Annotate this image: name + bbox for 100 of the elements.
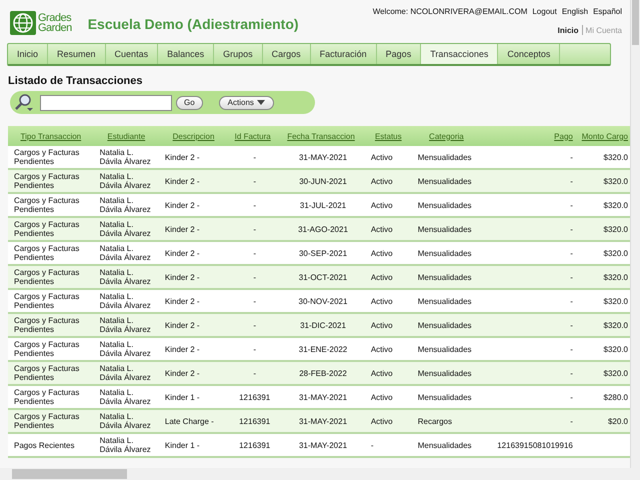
table-cell: 28-FEB-2022 xyxy=(299,368,347,378)
table-cell: Cargos y Facturas Pendientes xyxy=(14,196,80,214)
table-cell: - xyxy=(570,344,573,354)
table-cell: - xyxy=(253,224,256,234)
search-icon xyxy=(14,94,34,112)
search-field[interactable] xyxy=(40,94,172,110)
table-cell: Cargos y Facturas Pendientes xyxy=(14,148,80,166)
column-header[interactable]: Pago xyxy=(554,132,573,140)
nav-tab[interactable]: Conceptos xyxy=(498,44,560,64)
table-cell: Pagos Recientes xyxy=(14,440,74,450)
nav-tab[interactable]: Grupos xyxy=(214,44,263,64)
table-cell: Natalia L. Dávila Álvarez xyxy=(100,244,151,262)
table-cell: Natalia L. Dávila Álvarez xyxy=(100,172,151,190)
table-cell: 31-JUL-2021 xyxy=(300,200,346,210)
table-cell: Mensualidades xyxy=(418,224,472,234)
welcome-text: Welcome: NCOLONRIVERA@EMAIL.COM xyxy=(372,7,528,16)
table-cell: $320.0 xyxy=(604,248,628,258)
vertical-scrollbar[interactable] xyxy=(630,0,640,468)
table-cell: Mensualidades xyxy=(418,200,472,210)
table-cell: - xyxy=(570,248,573,258)
table-cell: - xyxy=(253,368,256,378)
table-cell: Natalia L. Dávila Álvarez xyxy=(100,292,151,310)
scrollbar-thumb[interactable] xyxy=(12,469,127,479)
header-link[interactable]: Logout xyxy=(532,7,557,16)
go-button[interactable]: Go xyxy=(176,96,203,110)
table-cell: Mensualidades xyxy=(418,320,472,330)
scrollbar-thumb[interactable] xyxy=(632,0,639,45)
table-cell: - xyxy=(570,392,573,402)
table-cell: Mensualidades xyxy=(418,440,472,450)
table-cell: - xyxy=(570,152,573,162)
table-cell: Natalia L. Dávila Álvarez xyxy=(100,268,151,286)
logo-text: Grades xyxy=(38,13,72,23)
table-cell: $320.0 xyxy=(604,296,628,306)
table-cell: Cargos y Facturas Pendientes xyxy=(14,364,80,382)
table-cell: Activo xyxy=(370,176,393,186)
table-cell: Cargos y Facturas Pendientes xyxy=(14,244,80,262)
table-cell: Natalia L. Dávila Álvarez xyxy=(100,388,151,406)
table-cell: Activo xyxy=(370,392,393,402)
table-cell: Natalia L. Dávila Álvarez xyxy=(100,340,151,358)
table-cell: Activo xyxy=(370,152,393,162)
table-cell: Activo xyxy=(370,320,393,330)
table-cell: Kinder 2 - xyxy=(164,344,200,354)
table-cell: $320.0 xyxy=(604,200,628,210)
account-link[interactable]: Inicio xyxy=(558,26,579,34)
table-cell: - xyxy=(253,176,256,186)
table-cell: Cargos y Facturas Pendientes xyxy=(14,412,80,430)
table-cell: 12163915081019916 xyxy=(497,440,573,450)
nav-tab[interactable]: Balances xyxy=(158,44,214,64)
table-cell: 30-SEP-2021 xyxy=(298,248,348,258)
table-cell: Mensualidades xyxy=(418,296,472,306)
table-cell: Kinder 2 - xyxy=(164,368,200,378)
table-cell: $320.0 xyxy=(604,176,628,186)
table-cell: Natalia L. Dávila Álvarez xyxy=(100,148,151,166)
table-cell: Cargos y Facturas Pendientes xyxy=(14,316,80,334)
table-cell: Kinder 2 - xyxy=(164,272,200,282)
nav-tab[interactable]: Resumen xyxy=(48,44,106,64)
table-cell: - xyxy=(570,224,573,234)
table-cell: Activo xyxy=(370,272,393,282)
table-cell: - xyxy=(570,200,573,210)
table-cell: Natalia L. Dávila Álvarez xyxy=(100,220,151,238)
horizontal-scrollbar[interactable] xyxy=(0,468,630,480)
table-cell: - xyxy=(570,296,573,306)
table-cell: Kinder 2 - xyxy=(164,176,200,186)
table-cell: Kinder 2 - xyxy=(164,224,200,234)
table-cell: - xyxy=(570,368,573,378)
nav-tab[interactable]: Cuentas xyxy=(106,44,158,64)
nav-tab[interactable]: Transacciones xyxy=(421,44,498,64)
table-cell: - xyxy=(253,296,256,306)
table-cell: Natalia L. Dávila Álvarez xyxy=(100,364,151,382)
table-cell: Mensualidades xyxy=(418,272,472,282)
table-cell: Mensualidades xyxy=(418,368,472,378)
header-link[interactable]: Español xyxy=(593,7,622,16)
table-cell: Recargos xyxy=(418,416,452,426)
table-cell: - xyxy=(253,200,256,210)
logo-text: Garden xyxy=(38,23,72,33)
table-cell: - xyxy=(253,320,256,330)
table-cell: Activo xyxy=(370,224,393,234)
nav-tab[interactable]: Facturación xyxy=(310,44,377,64)
table-cell: Kinder 1 - xyxy=(164,392,200,402)
table-cell: - xyxy=(570,176,573,186)
table-cell: 1216391 xyxy=(239,440,270,450)
table-cell: Cargos y Facturas Pendientes xyxy=(14,268,80,286)
table-cell: $320.0 xyxy=(604,368,628,378)
table-cell: Activo xyxy=(370,368,393,378)
nav-tab[interactable]: Inicio xyxy=(8,44,48,64)
table-cell: Natalia L. Dávila Álvarez xyxy=(100,196,151,214)
table-cell: 31-MAY-2021 xyxy=(298,440,348,450)
actions-button[interactable]: Actions xyxy=(218,96,274,110)
table-cell: Mensualidades xyxy=(418,176,472,186)
table-cell: - xyxy=(253,152,256,162)
table-cell: Kinder 2 - xyxy=(164,248,200,258)
caret-icon xyxy=(256,100,265,105)
table-cell: Cargos y Facturas Pendientes xyxy=(14,388,80,406)
header-link[interactable]: English xyxy=(562,7,588,16)
nav-tab[interactable]: Cargos xyxy=(262,44,311,64)
table-cell: 1216391 xyxy=(239,392,270,402)
table-cell: Cargos y Facturas Pendientes xyxy=(14,340,80,358)
table-cell: Kinder 2 - xyxy=(164,152,200,162)
table-cell: $320.0 xyxy=(604,272,628,282)
table-cell: Natalia L. Dávila Álvarez xyxy=(100,436,151,454)
